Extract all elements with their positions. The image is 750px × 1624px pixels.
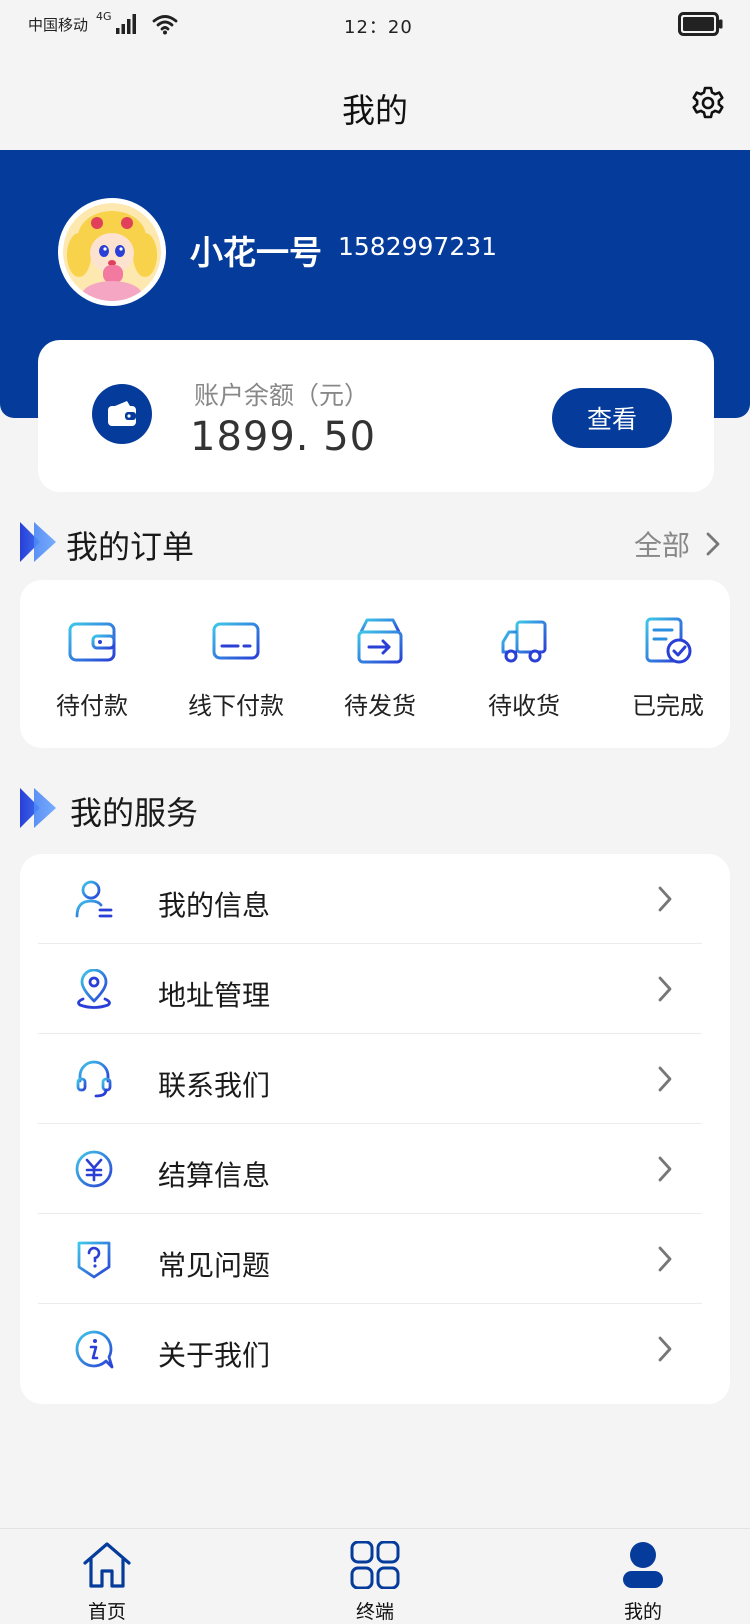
balance-wallet-badge: [92, 384, 152, 444]
carrier-label: 中国移动: [28, 16, 89, 34]
balance-label: 账户余额（元）: [194, 381, 370, 410]
network-type: 4G: [96, 10, 112, 23]
battery-icon: [678, 12, 724, 40]
yuan-coin-icon: [75, 1150, 113, 1188]
grid-icon: [350, 1540, 400, 1590]
gear-icon: [692, 86, 724, 119]
chevron-right-icon: [658, 886, 672, 912]
tab-label: 我的: [623, 1601, 662, 1623]
tab-label: 首页: [87, 1601, 126, 1623]
profile-name: 小花一号: [190, 233, 322, 272]
headset-icon: [76, 1060, 112, 1098]
order-offline-payment[interactable]: 线下付款: [176, 616, 296, 721]
doc-check-icon: [645, 617, 692, 664]
order-label: 已完成: [632, 692, 704, 720]
user-info-icon: [75, 880, 113, 918]
signal-icon: [116, 14, 138, 38]
wifi-icon: [152, 13, 178, 39]
info-bubble-icon: [75, 1330, 114, 1369]
service-faq[interactable]: 常见问题: [38, 1214, 720, 1304]
orders-view-all[interactable]: 全部: [634, 524, 720, 564]
order-completed[interactable]: 已完成: [608, 616, 728, 721]
orders-card: 待付款 线下付款 待发货 待收货 已完成: [20, 580, 730, 748]
service-label: 地址管理: [158, 979, 271, 1012]
wallet-icon: [108, 401, 136, 426]
order-label: 待付款: [56, 692, 128, 720]
service-settlement[interactable]: 结算信息: [38, 1124, 720, 1214]
status-time: 12：20: [344, 17, 413, 38]
truck-icon: [501, 620, 547, 663]
location-pin-icon: [77, 969, 111, 1009]
tab-mine[interactable]: 我的: [583, 1541, 703, 1624]
orders-all-label: 全部: [633, 529, 690, 562]
service-label: 我的信息: [158, 889, 271, 922]
service-label: 结算信息: [158, 1159, 271, 1192]
chevron-right-icon: [658, 976, 672, 1002]
chevron-right-icon: [706, 532, 720, 556]
view-balance-button[interactable]: 查看: [552, 388, 672, 448]
service-address[interactable]: 地址管理: [38, 944, 720, 1034]
services-title: 我的服务: [70, 794, 199, 832]
order-label: 待收货: [488, 692, 560, 720]
orders-title: 我的订单: [66, 528, 195, 566]
profile-phone: 1582997231: [338, 232, 498, 261]
page-header: 我的: [0, 52, 750, 150]
chevron-right-icon: [658, 1156, 672, 1182]
wallet-icon: [68, 622, 116, 662]
orders-section-header: 我的订单 全部: [20, 520, 730, 566]
section-marker-icon: [20, 788, 56, 828]
chevron-right-icon: [658, 1066, 672, 1092]
question-shield-icon: [77, 1241, 111, 1279]
service-label: 常见问题: [158, 1249, 271, 1282]
bottom-tab-bar: 首页 终端 我的: [0, 1528, 750, 1624]
chevron-right-icon: [658, 1246, 672, 1272]
service-my-info[interactable]: 我的信息: [38, 854, 720, 944]
tab-terminal[interactable]: 终端: [315, 1540, 435, 1624]
section-marker-icon: [20, 522, 56, 562]
service-label: 联系我们: [158, 1069, 271, 1102]
service-about[interactable]: 关于我们: [38, 1304, 720, 1394]
order-pending-payment[interactable]: 待付款: [32, 616, 152, 721]
box-arrow-icon: [357, 618, 403, 664]
chevron-right-icon: [658, 1336, 672, 1362]
tab-label: 终端: [355, 1601, 394, 1623]
status-bar: 中国移动 4G 12：20: [0, 0, 750, 52]
cartoon-avatar: [63, 203, 161, 301]
balance-card: 账户余额（元） 1899. 50 查看: [38, 340, 714, 492]
service-label: 关于我们: [158, 1339, 271, 1372]
services-section-header: 我的服务: [20, 786, 730, 832]
settings-button[interactable]: [690, 85, 726, 121]
avatar[interactable]: [58, 198, 166, 306]
service-contact[interactable]: 联系我们: [38, 1034, 720, 1124]
order-pending-shipment[interactable]: 待发货: [320, 616, 440, 721]
person-icon: [623, 1542, 663, 1588]
order-label: 线下付款: [188, 692, 284, 720]
card-icon: [212, 622, 260, 660]
order-pending-receipt[interactable]: 待收货: [464, 616, 584, 721]
tab-home[interactable]: 首页: [47, 1541, 167, 1624]
order-label: 待发货: [344, 692, 416, 720]
balance-value: 1899. 50: [190, 414, 377, 460]
services-card: 我的信息 地址管理 联系我们 结算信息 常见问题 关于我们: [20, 854, 730, 1404]
page-title: 我的: [342, 91, 408, 130]
home-icon: [83, 1542, 131, 1588]
